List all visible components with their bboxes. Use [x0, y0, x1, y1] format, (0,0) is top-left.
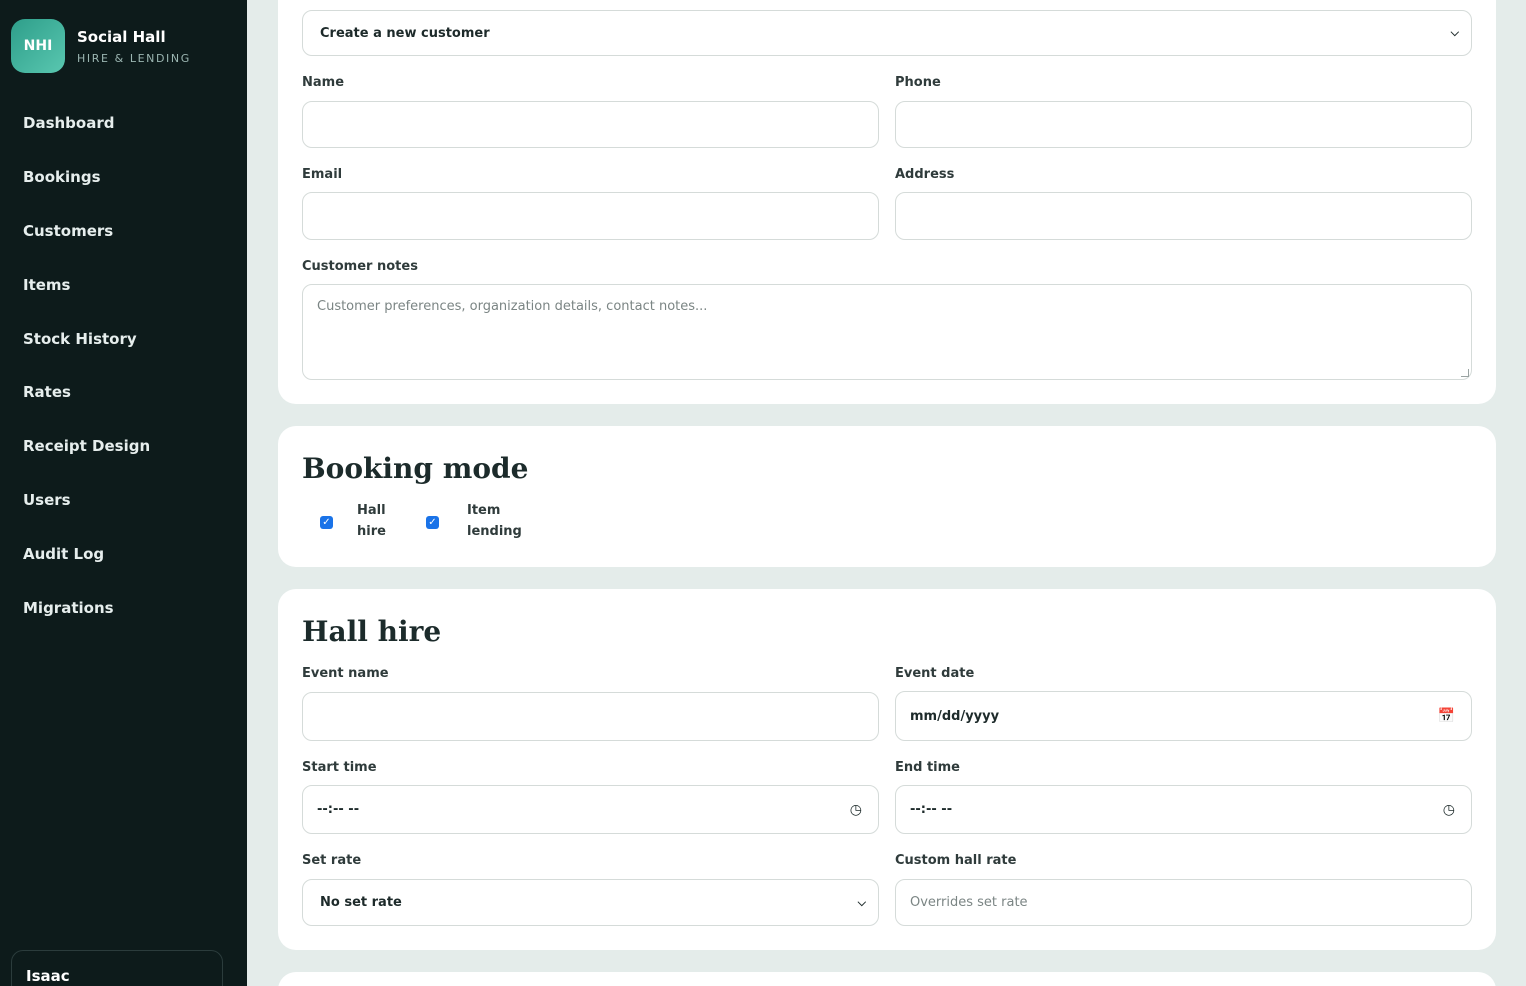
next-section-card — [278, 972, 1496, 986]
email-label: Email — [302, 167, 343, 182]
sidebar-item-dashboard[interactable]: Dashboard — [0, 96, 247, 150]
brand-logo: NHI — [11, 19, 65, 73]
chevron-down-icon: ⌵ — [857, 895, 866, 909]
main-content: Create a new customer ⌵ Name Phone Email… — [247, 0, 1526, 986]
brand-subtitle: HIRE & LENDING — [77, 51, 191, 65]
address-label: Address — [895, 167, 955, 182]
sidebar-item-rates[interactable]: Rates — [0, 365, 247, 419]
customer-card: Create a new customer ⌵ Name Phone Email… — [278, 0, 1496, 404]
event-date-input[interactable]: mm/dd/yyyy 📅 — [895, 691, 1472, 741]
hall-hire-title: Hall hire — [302, 615, 442, 648]
sidebar-item-audit-log[interactable]: Audit Log — [0, 527, 247, 581]
customer-select[interactable]: Create a new customer ⌵ — [302, 10, 1472, 56]
sidebar-nav: Dashboard Bookings Customers Items Stock… — [0, 96, 247, 635]
clock-icon[interactable]: ◷ — [1443, 802, 1455, 818]
hall-hire-checkbox[interactable]: ✓ — [320, 516, 333, 529]
sidebar-item-users[interactable]: Users — [0, 473, 247, 527]
brand-name: Social Hall — [77, 27, 166, 46]
customer-notes-placeholder: Customer preferences, organization detai… — [317, 299, 708, 314]
customer-notes-textarea[interactable]: Customer preferences, organization detai… — [302, 284, 1472, 380]
end-time-label: End time — [895, 760, 960, 775]
customer-select-value: Create a new customer — [320, 25, 490, 41]
calendar-icon[interactable]: 📅 — [1438, 708, 1455, 724]
custom-hall-rate-label: Custom hall rate — [895, 853, 1017, 868]
item-lending-checkbox-label[interactable]: Item lending — [467, 500, 527, 542]
email-input[interactable] — [302, 192, 879, 240]
address-input[interactable] — [895, 192, 1472, 240]
custom-hall-rate-placeholder: Overrides set rate — [910, 895, 1028, 910]
sidebar-item-migrations[interactable]: Migrations — [0, 581, 247, 635]
hall-hire-card: Hall hire Event name Event date mm/dd/yy… — [278, 589, 1496, 950]
event-date-label: Event date — [895, 666, 975, 681]
booking-mode-card: Booking mode ✓ Hall hire ✓ Item lending — [278, 426, 1496, 567]
customer-notes-label: Customer notes — [302, 259, 418, 274]
phone-label: Phone — [895, 75, 941, 90]
phone-input[interactable] — [895, 101, 1472, 148]
app: NHI Social Hall HIRE & LENDING Dashboard… — [0, 0, 1526, 986]
sidebar-item-receipt-design[interactable]: Receipt Design — [0, 419, 247, 473]
end-time-value: --:-- -- — [910, 802, 953, 817]
brand-text: Social Hall HIRE & LENDING — [77, 28, 191, 65]
start-time-input[interactable]: --:-- -- ◷ — [302, 785, 879, 834]
end-time-input[interactable]: --:-- -- ◷ — [895, 785, 1472, 834]
clock-icon[interactable]: ◷ — [850, 802, 862, 818]
user-card[interactable]: Isaac — [11, 950, 223, 986]
event-name-input[interactable] — [302, 692, 879, 741]
sidebar-item-stock-history[interactable]: Stock History — [0, 312, 247, 366]
event-date-value: mm/dd/yyyy — [910, 708, 1000, 724]
set-rate-value: No set rate — [320, 895, 402, 910]
start-time-value: --:-- -- — [317, 802, 360, 817]
sidebar: NHI Social Hall HIRE & LENDING Dashboard… — [0, 0, 247, 986]
hall-hire-checkbox-label[interactable]: Hall hire — [357, 500, 417, 542]
item-lending-checkbox-wrap[interactable]: ✓ — [426, 514, 439, 529]
set-rate-select[interactable]: No set rate ⌵ — [302, 879, 879, 926]
name-label: Name — [302, 75, 345, 90]
set-rate-label: Set rate — [302, 853, 362, 868]
name-input[interactable] — [302, 101, 879, 148]
sidebar-item-bookings[interactable]: Bookings — [0, 150, 247, 204]
user-name: Isaac — [26, 967, 70, 985]
sidebar-item-customers[interactable]: Customers — [0, 204, 247, 258]
hall-hire-checkbox-wrap[interactable]: ✓ — [320, 514, 333, 529]
event-name-label: Event name — [302, 666, 389, 681]
brand: NHI Social Hall HIRE & LENDING — [11, 19, 191, 73]
start-time-label: Start time — [302, 760, 377, 775]
custom-hall-rate-input[interactable]: Overrides set rate — [895, 879, 1472, 926]
sidebar-item-items[interactable]: Items — [0, 258, 247, 312]
resize-grip-icon[interactable] — [1461, 369, 1469, 377]
chevron-down-icon: ⌵ — [1450, 26, 1459, 39]
booking-mode-title: Booking mode — [302, 452, 529, 485]
item-lending-checkbox[interactable]: ✓ — [426, 516, 439, 529]
